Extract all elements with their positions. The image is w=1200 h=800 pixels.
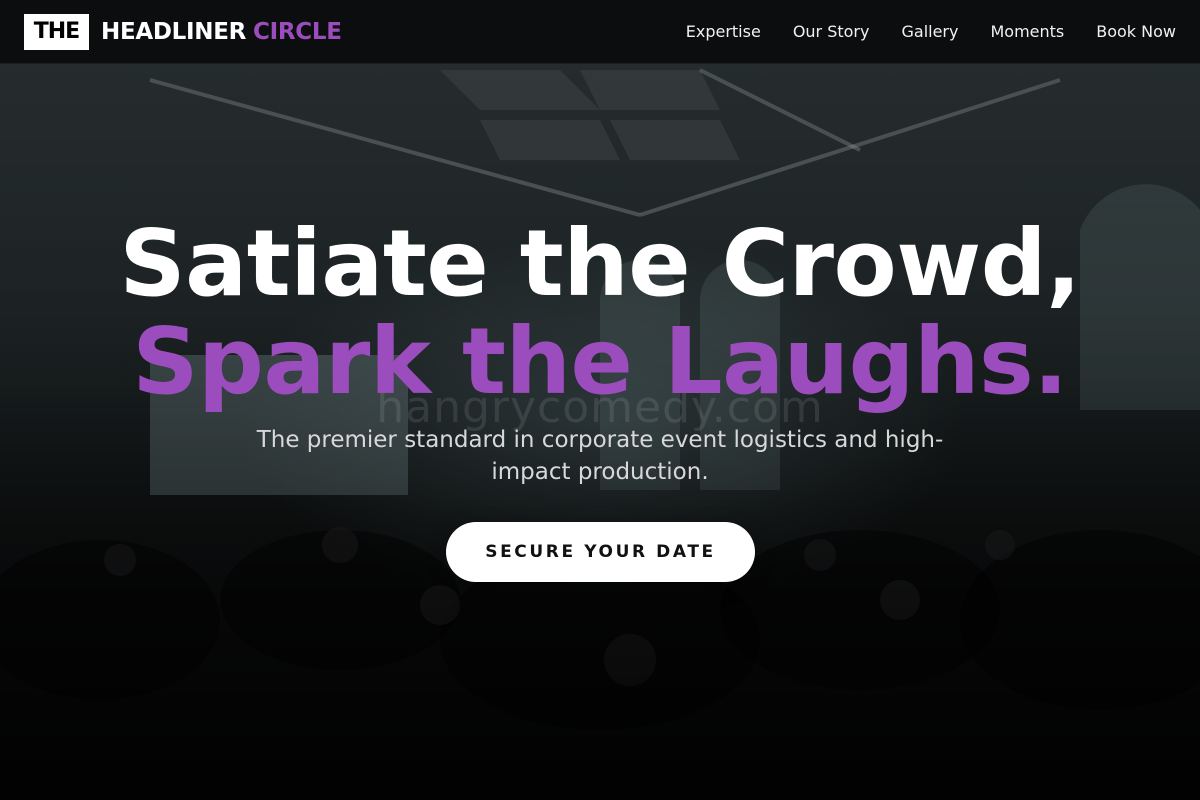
nav-link-book-now[interactable]: Book Now xyxy=(1096,22,1176,41)
top-navigation: THE HEADLINER CIRCLE Expertise Our Story… xyxy=(0,0,1200,64)
landing-page: THE HEADLINER CIRCLE Expertise Our Story… xyxy=(0,0,1200,800)
hero-section: Satiate the Crowd, Spark the Laughs. The… xyxy=(0,0,1200,800)
nav-link-gallery[interactable]: Gallery xyxy=(901,22,958,41)
hero-headline-line-2: Spark the Laughs. xyxy=(132,308,1068,415)
site-logo[interactable]: THE HEADLINER CIRCLE xyxy=(24,13,342,50)
hero-headline-line-1: Satiate the Crowd, xyxy=(119,210,1081,317)
nav-link-moments[interactable]: Moments xyxy=(990,22,1064,41)
nav-link-our-story[interactable]: Our Story xyxy=(793,22,870,41)
logo-wordmark: HEADLINER xyxy=(101,18,247,45)
secure-your-date-button[interactable]: SECURE YOUR DATE xyxy=(446,522,755,582)
hero-subtitle: The premier standard in corporate event … xyxy=(256,427,944,485)
logo-mark: THE xyxy=(24,13,89,50)
logo-accent-word: CIRCLE xyxy=(253,18,342,45)
nav-links: Expertise Our Story Gallery Moments Book… xyxy=(686,22,1176,41)
nav-link-expertise[interactable]: Expertise xyxy=(686,22,761,41)
